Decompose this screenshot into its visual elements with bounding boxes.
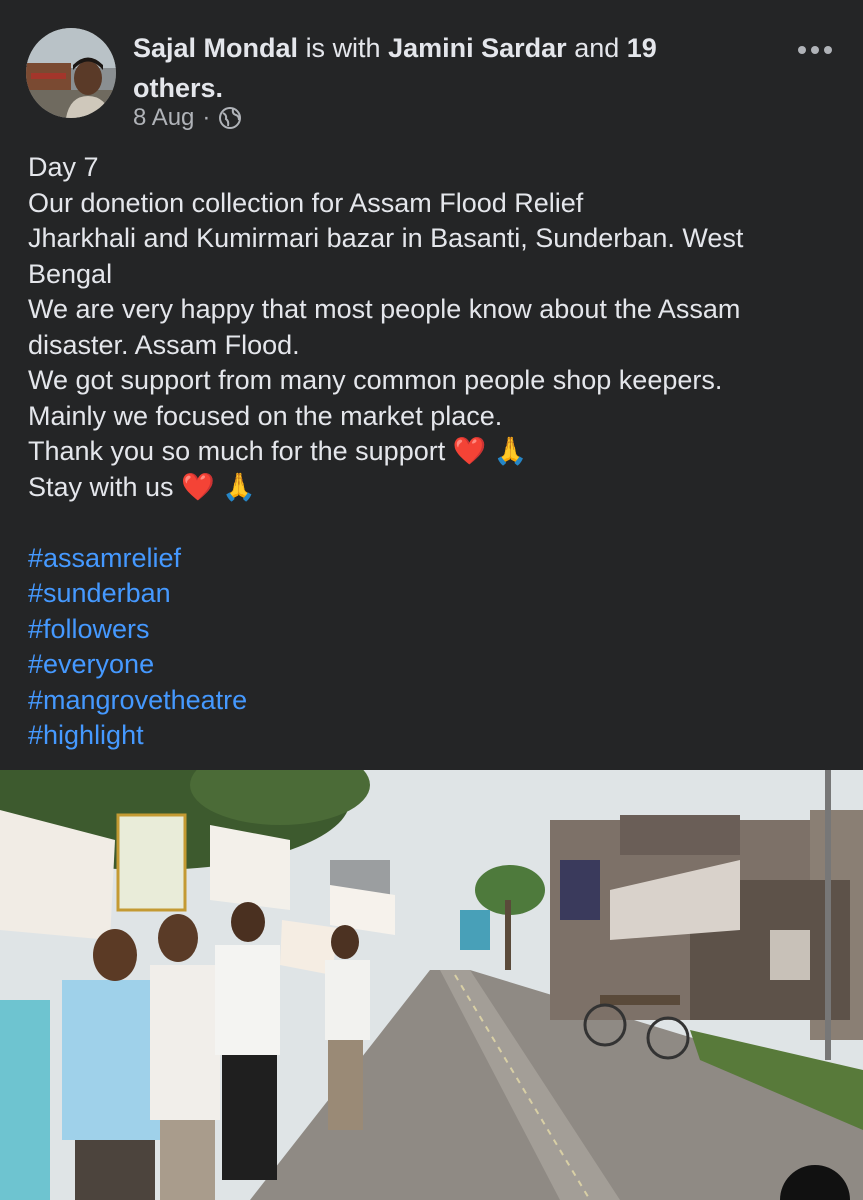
post-line: We are very happy that most people know … [28,294,741,324]
hashtag-link[interactable]: #mangrovetheatre [28,683,838,719]
pray-emoji-icon: 🙏 [222,471,256,502]
pray-emoji-icon: 🙏 [493,436,528,466]
post-line: Day 7 [28,152,99,182]
post-line: Mainly we focused on the market place. [28,400,503,431]
post-line-stay: Stay with us ❤️ 🙏 [28,470,838,506]
post-line: We got support from many common people s… [28,365,723,395]
others-count[interactable]: 19 [627,33,657,63]
stay-text: Stay with us [28,471,174,502]
hashtag-link[interactable]: #assamrelief [28,541,838,577]
post-text: Day 7 Our donetion collection for Assam … [28,150,838,754]
heart-emoji-icon: ❤️ [452,436,487,466]
hashtag-link[interactable]: #highlight [28,718,838,754]
post-date[interactable]: 8 Aug [133,104,194,132]
avatar[interactable] [26,28,116,118]
more-options-icon[interactable] [795,40,835,60]
and-text: and [574,33,620,63]
thanks-text: Thank you so much for the support [28,436,446,466]
post-header: Sajal Mondal is with Jamini Sardar and 1… [0,0,863,140]
post-photo[interactable] [0,770,863,1200]
others-text[interactable]: others. [133,73,223,103]
post-line: Bengal [28,258,113,289]
heart-emoji-icon: ❤️ [181,471,215,502]
hashtag-link[interactable]: #followers [28,612,838,648]
street-protest-photo [0,770,863,1200]
post-line: disaster. Assam Flood. [28,329,300,360]
globe-icon [219,107,242,129]
meta-separator: · [202,104,211,131]
hashtag-link[interactable]: #everyone [28,647,838,683]
hashtag-link[interactable]: #sunderban [28,576,838,612]
post-line: Jharkhali and Kumirmari bazar in Basanti… [28,223,744,253]
post-line: Our donetion collection for Assam Flood … [28,187,584,218]
with-text: is with [305,33,381,63]
avatar-photo [26,28,116,118]
tagged-name[interactable]: Jamini Sardar [388,33,567,63]
author-name[interactable]: Sajal Mondal [133,33,298,63]
post-meta: 8 Aug · [133,104,242,132]
author-line: Sajal Mondal is with Jamini Sardar and 1… [133,28,753,108]
post-line-thanks: Thank you so much for the support ❤️ 🙏 [28,434,838,470]
